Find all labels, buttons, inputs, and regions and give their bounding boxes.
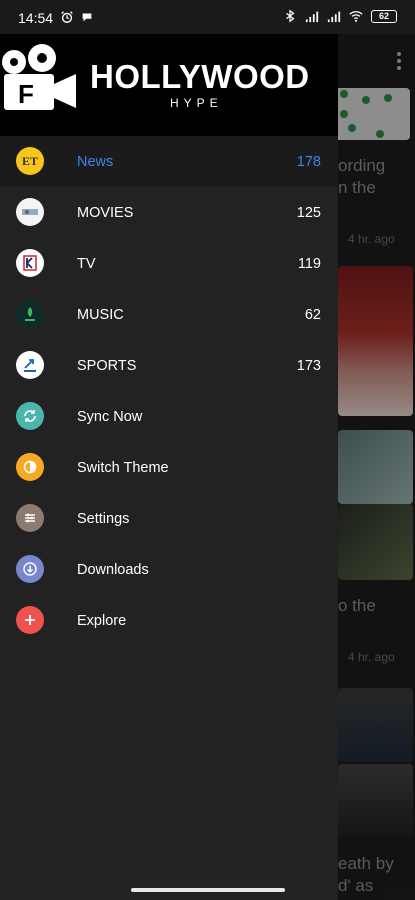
menu-item-label: MUSIC (77, 306, 124, 323)
menu-item-label: Explore (77, 612, 127, 629)
menu-item-label: Sync Now (77, 408, 143, 425)
svg-text:F: F (18, 79, 34, 109)
menu-item-count: 173 (296, 357, 321, 374)
menu-item-news[interactable]: ET News 178 (0, 136, 338, 187)
signal-icon-2 (327, 11, 341, 23)
brand-subtitle: HYPE (170, 96, 223, 110)
menu-item-music[interactable]: MUSIC 62 (0, 289, 338, 340)
menu-item-switch-theme[interactable]: Switch Theme (0, 442, 338, 493)
movies-source-icon (16, 198, 44, 226)
signal-icon (305, 11, 319, 23)
menu-item-label: Switch Theme (77, 459, 169, 476)
bluetooth-icon (286, 9, 295, 23)
menu-item-label: Downloads (77, 561, 149, 578)
menu-item-label: Settings (77, 510, 130, 527)
menu-item-label: SPORTS (77, 357, 137, 374)
menu-item-count: 178 (296, 153, 321, 170)
sync-icon (16, 402, 44, 430)
chat-notification-icon (82, 13, 92, 22)
tv-source-icon (16, 249, 44, 277)
menu-item-explore[interactable]: Explore (0, 595, 338, 646)
menu-item-downloads[interactable]: Downloads (0, 544, 338, 595)
et-logo-icon: ET (16, 147, 44, 175)
menu-item-sync-now[interactable]: Sync Now (0, 391, 338, 442)
theme-icon (16, 453, 44, 481)
status-bar: 14:54 62 (0, 0, 415, 34)
menu-item-sports[interactable]: SPORTS 173 (0, 340, 338, 391)
settings-sliders-icon (16, 504, 44, 532)
menu-item-label: MOVIES (77, 204, 134, 221)
drawer-menu: ET News 178 MOVIES 125 TV 119 MUSIC 62 S… (0, 136, 338, 646)
menu-item-label: News (77, 153, 114, 170)
drawer-header: F HOLLYWOOD HYPE (0, 34, 338, 136)
brand-title: HOLLYWOOD (90, 58, 310, 95)
home-indicator[interactable] (131, 888, 285, 892)
menu-item-movies[interactable]: MOVIES 125 (0, 187, 338, 238)
sports-source-icon (16, 351, 44, 379)
menu-item-count: 119 (297, 255, 321, 272)
wifi-icon (349, 11, 363, 22)
status-time: 14:54 (18, 10, 54, 26)
plus-icon (16, 606, 44, 634)
music-source-icon (16, 300, 44, 328)
menu-item-count: 62 (304, 306, 321, 323)
download-icon (16, 555, 44, 583)
battery-icon: 62 (371, 9, 397, 23)
menu-item-count: 125 (296, 204, 321, 221)
navigation-drawer: F HOLLYWOOD HYPE ET News 178 MOVIES 125 … (0, 34, 338, 900)
film-camera-logo-icon: F (2, 44, 76, 110)
menu-item-tv[interactable]: TV 119 (0, 238, 338, 289)
menu-item-settings[interactable]: Settings (0, 493, 338, 544)
alarm-icon (61, 11, 73, 23)
menu-item-label: TV (77, 255, 96, 272)
